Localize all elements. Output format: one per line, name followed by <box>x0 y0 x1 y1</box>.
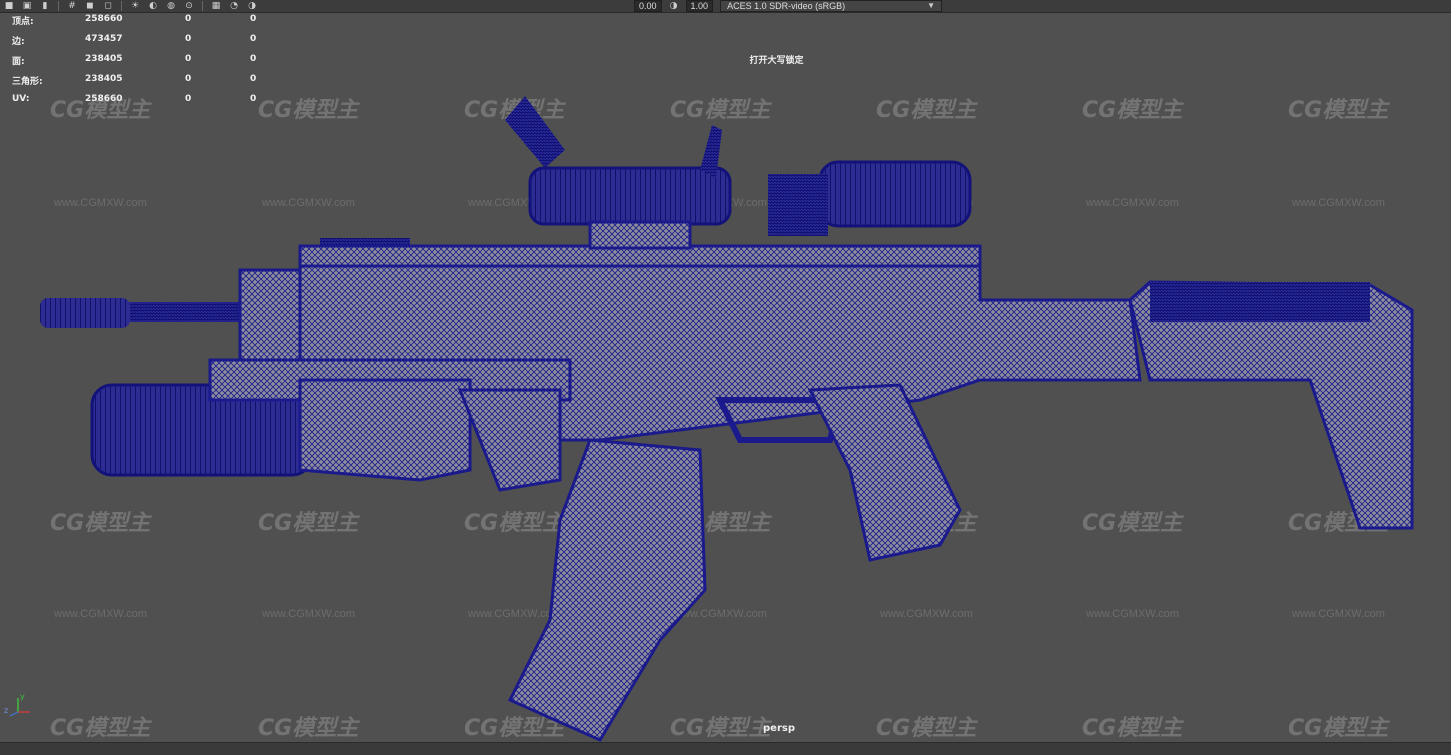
axis-gizmo: y z <box>4 692 30 717</box>
hud-v2: 0 <box>185 14 192 24</box>
barrel <box>120 302 250 322</box>
launcher-body <box>298 378 472 482</box>
chevron-down-icon: ▼ <box>927 1 936 10</box>
flip-cover <box>505 96 565 168</box>
light-icon[interactable]: ☀ <box>128 1 142 11</box>
launcher-trigger-guard <box>457 388 562 492</box>
rifle-wireframe-model[interactable] <box>0 0 1451 754</box>
hud-v2: 0 <box>185 94 192 104</box>
muzzle-device <box>40 298 130 328</box>
viewport-toolbar: ■ ▣ ▮ # ◼ ◻ ☀ ◐ ◍ ⊙ ▦ ◔ ◑ 0.00 ◑ 1.00 ACES 1.0 SDR-video… <box>0 0 1451 13</box>
axis-z-label: z <box>4 706 8 715</box>
color-space-dropdown[interactable]: ACES 1.0 SDR-video (sRGB) ▼ <box>720 0 943 12</box>
hud-v1: 258660 <box>85 14 123 24</box>
grid-icon[interactable]: # <box>65 1 79 11</box>
magnifier <box>818 160 972 228</box>
gamma-toggle-icon[interactable]: ◑ <box>667 1 681 11</box>
hud-v3: 0 <box>250 14 257 24</box>
wireframe-icon[interactable]: ◻ <box>101 1 115 11</box>
axis-y-label: y <box>20 692 25 701</box>
exposure-icon[interactable]: ◔ <box>227 1 241 11</box>
shadow-icon[interactable]: ◐ <box>146 1 160 11</box>
red-dot-sight <box>528 166 732 226</box>
hud-label: 边: <box>12 37 25 47</box>
viewport[interactable]: CG模型主 CG模型主 CG模型主 CG模型主 CG模型主 CG模型主 CG模型主 CG模型主… <box>0 0 1451 754</box>
hud-v3: 0 <box>250 34 257 44</box>
ao-icon[interactable]: ◍ <box>164 1 178 11</box>
color-space-label: ACES 1.0 SDR-video (sRGB) <box>727 1 846 11</box>
isolate-icon[interactable]: ⊙ <box>182 1 196 11</box>
magnifier-mount <box>768 174 828 236</box>
toolbar-separator <box>202 1 203 11</box>
camera-label: persp <box>763 723 795 734</box>
shaded-icon[interactable]: ◼ <box>83 1 97 11</box>
hud-v2: 0 <box>185 34 192 44</box>
hud-v3: 0 <box>250 74 257 84</box>
film-icon[interactable]: ▣ <box>20 1 34 11</box>
magazine <box>507 438 707 742</box>
hud-v1: 238405 <box>85 74 123 84</box>
xray-icon[interactable]: ▦ <box>209 1 223 11</box>
toolbar-separator <box>58 1 59 11</box>
bottom-strip <box>0 742 1451 755</box>
hud-v2: 0 <box>185 74 192 84</box>
gamma-icon[interactable]: ◑ <box>245 1 259 11</box>
toolbar-separator <box>121 1 122 11</box>
hud-v3: 0 <box>250 94 257 104</box>
stock-cheek-rest <box>1150 282 1370 322</box>
gamma-field[interactable]: 1.00 <box>685 0 714 12</box>
hud-v1: 258660 <box>85 94 123 104</box>
caps-lock-message: 打开大写锁定 <box>749 56 804 66</box>
hud-label: 顶点: <box>12 17 34 27</box>
camera-icon[interactable]: ■ <box>2 1 16 11</box>
exposure-field[interactable]: 0.00 <box>634 0 662 12</box>
hud-v1: 473457 <box>85 34 123 44</box>
bookmark-icon[interactable]: ▮ <box>38 1 52 11</box>
sight-mount <box>588 220 692 250</box>
hud-label: 三角形: <box>12 77 43 87</box>
hud-label: UV: <box>12 94 30 104</box>
pistol-grip <box>807 383 962 562</box>
